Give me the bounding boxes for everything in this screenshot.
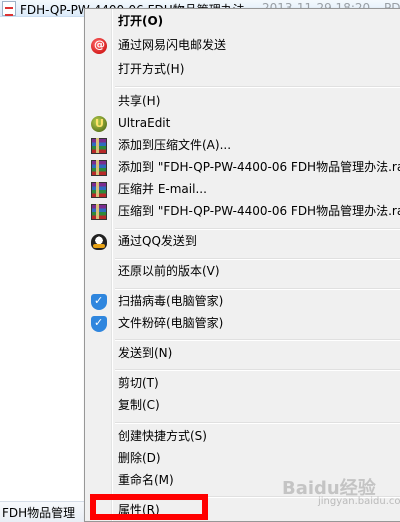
menu-separator [115, 369, 400, 371]
menu-item-create-shortcut[interactable]: 创建快捷方式(S) [87, 426, 400, 448]
file-list-area [0, 18, 84, 498]
menu-item-label: 通过QQ发送到 [118, 234, 197, 248]
menu-item-label: 删除(D) [118, 451, 161, 465]
menu-separator [115, 288, 400, 290]
menu-item-compress-to-rar-email[interactable]: 压缩到 "FDH-QP-PW-4400-06 FDH物品管理办法.rar" 并 … [87, 201, 400, 223]
menu-item-send-netease-mail[interactable]: 通过网易闪电邮发送 [87, 35, 400, 57]
menu-item-delete[interactable]: 删除(D) [87, 448, 400, 470]
context-menu: 打开(O) 通过网易闪电邮发送 打开方式(H) 共享(H) UltraEdit … [84, 8, 400, 522]
menu-item-label: UltraEdit [118, 116, 171, 130]
menu-item-open[interactable]: 打开(O) [87, 11, 400, 33]
menu-item-label: 复制(C) [118, 398, 160, 412]
menu-separator [115, 258, 400, 260]
winrar-icon [91, 138, 107, 154]
shield-icon [91, 294, 107, 310]
menu-item-copy[interactable]: 复制(C) [87, 395, 400, 417]
shield-icon [91, 316, 107, 332]
menu-separator [115, 86, 400, 88]
qq-icon [91, 234, 107, 250]
menu-separator [115, 339, 400, 341]
menu-item-label: 共享(H) [118, 94, 161, 108]
menu-item-label: 压缩并 E-mail... [118, 182, 207, 196]
menu-item-compress-email[interactable]: 压缩并 E-mail... [87, 179, 400, 201]
menu-separator [115, 228, 400, 230]
winrar-icon [91, 160, 107, 176]
menu-item-add-to-rar[interactable]: 添加到 "FDH-QP-PW-4400-06 FDH物品管理办法.rar" [87, 157, 400, 179]
baidu-watermark-url: jingyan.baidu.com [318, 496, 400, 507]
menu-item-cut[interactable]: 剪切(T) [87, 373, 400, 395]
menu-item-label: 文件粉碎(电脑管家) [118, 316, 224, 330]
menu-item-label: 剪切(T) [118, 376, 159, 390]
menu-item-send-to[interactable]: 发送到(N) [87, 343, 400, 365]
winrar-icon [91, 182, 107, 198]
menu-item-ultraedit[interactable]: UltraEdit [87, 113, 400, 135]
menu-item-label: 创建快捷方式(S) [118, 429, 207, 443]
menu-item-label: 添加到压缩文件(A)... [118, 138, 232, 152]
properties-highlight-box [90, 494, 208, 520]
menu-item-label: 重命名(M) [118, 473, 174, 487]
pdf-file-icon [2, 1, 16, 16]
menu-item-scan-virus[interactable]: 扫描病毒(电脑管家) [87, 291, 400, 313]
menu-item-label: 扫描病毒(电脑管家) [118, 294, 224, 308]
winrar-icon [91, 204, 107, 220]
menu-item-label: 还原以前的版本(V) [118, 264, 220, 278]
menu-item-restore-previous-versions[interactable]: 还原以前的版本(V) [87, 261, 400, 283]
menu-item-file-shred[interactable]: 文件粉碎(电脑管家) [87, 313, 400, 335]
menu-item-label: 压缩到 "FDH-QP-PW-4400-06 FDH物品管理办法.rar" 并 … [118, 204, 400, 218]
menu-item-label: 通过网易闪电邮发送 [118, 38, 227, 52]
menu-item-send-via-qq[interactable]: 通过QQ发送到 [87, 231, 400, 253]
menu-item-open-with[interactable]: 打开方式(H) [87, 59, 400, 81]
menu-item-label: 打开方式(H) [118, 62, 185, 76]
menu-item-share[interactable]: 共享(H) [87, 91, 400, 113]
menu-item-label: 发送到(N) [118, 346, 173, 360]
menu-item-label: 添加到 "FDH-QP-PW-4400-06 FDH物品管理办法.rar" [118, 160, 400, 174]
status-file-name: FDH物品管理 [2, 506, 76, 520]
netease-mail-icon [91, 38, 107, 54]
menu-item-add-to-archive[interactable]: 添加到压缩文件(A)... [87, 135, 400, 157]
menu-separator [115, 422, 400, 424]
ultraedit-icon [91, 116, 107, 132]
menu-item-label: 打开(O) [118, 14, 164, 28]
